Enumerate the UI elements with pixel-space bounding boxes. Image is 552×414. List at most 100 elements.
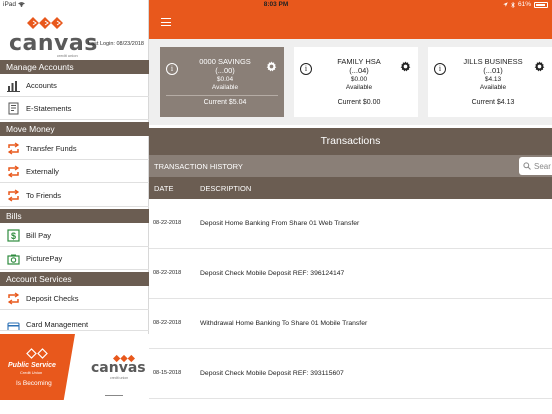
info-icon[interactable]: i xyxy=(434,63,446,75)
transaction-date: 08-22-2018 xyxy=(153,320,182,326)
account-name: 0000 SAVINGS xyxy=(199,57,251,66)
brand-subtitle: credit union xyxy=(57,53,78,58)
sidebar-item-label: Card Management xyxy=(26,320,89,329)
sidebar-item-externally[interactable]: Externally xyxy=(0,161,149,183)
search-placeholder: Sear xyxy=(534,161,551,171)
gear-icon[interactable] xyxy=(400,61,411,72)
document-icon xyxy=(6,102,20,116)
transaction-row[interactable]: 08-22-2018 Withdrawal Home Banking To Sh… xyxy=(149,299,552,349)
public-service-logo-icon xyxy=(26,348,48,359)
gear-icon[interactable] xyxy=(534,61,545,72)
account-card[interactable]: i 0000 SAVINGS (...00) $0.04 Available C… xyxy=(160,47,284,117)
transfer-arrows-icon xyxy=(6,292,20,306)
section-account-services: Account Services xyxy=(0,272,149,286)
promo-ps-title: Public Service xyxy=(8,362,56,369)
battery-icon xyxy=(534,1,548,8)
svg-text:$: $ xyxy=(10,231,15,241)
account-number: (...00) xyxy=(215,66,235,75)
column-header-description[interactable]: DESCRIPTION xyxy=(200,184,251,193)
sidebar-item-label: Bill Pay xyxy=(26,231,52,240)
account-card[interactable]: i JILLS BUSINESS (...01) $4.13 Available… xyxy=(428,47,552,117)
sidebar-item-to-friends[interactable]: To Friends xyxy=(0,185,149,207)
transfer-arrows-icon xyxy=(6,142,20,156)
transaction-history-label: TRANSACTION HISTORY xyxy=(154,162,243,171)
card-icon xyxy=(6,320,20,330)
promo-canvas-brand: canvas xyxy=(91,360,146,376)
transaction-row[interactable]: 08-15-2018 Deposit Check Mobile Deposit … xyxy=(149,349,552,399)
main-content: i 0000 SAVINGS (...00) $0.04 Available C… xyxy=(149,0,552,414)
sidebar-item-e-statements[interactable]: E-Statements xyxy=(0,98,149,120)
promo-canvas-subtitle: credit union xyxy=(110,376,129,380)
transaction-date: 08-22-2018 xyxy=(153,270,182,276)
sidebar-item-card-management[interactable]: Card Management xyxy=(0,311,149,331)
bluetooth-icon xyxy=(511,1,515,8)
last-login-label: Last Login: xyxy=(88,41,115,47)
brand-header: canvas credit union xyxy=(0,10,149,60)
transaction-row[interactable]: 08-22-2018 Deposit Home Banking From Sha… xyxy=(149,199,552,249)
bar-chart-icon xyxy=(6,79,20,93)
account-available-label: Available xyxy=(211,84,239,91)
transaction-description: Deposit Home Banking From Share 01 Web T… xyxy=(200,220,360,227)
column-header-date[interactable]: DATE xyxy=(154,184,173,193)
account-cards: i 0000 SAVINGS (...00) $0.04 Available C… xyxy=(149,39,552,125)
search-icon xyxy=(523,162,531,170)
account-available-amount: $4.13 xyxy=(484,76,502,83)
card-divider xyxy=(166,95,278,96)
sidebar-item-label: Accounts xyxy=(26,81,57,90)
account-available-amount: $0.04 xyxy=(216,76,234,83)
sidebar: canvas credit union Last Login: 08/23/20… xyxy=(0,0,149,414)
account-current-balance: Current $5.04 xyxy=(203,99,247,106)
promo-divider xyxy=(105,395,123,396)
section-move-money: Move Money xyxy=(0,122,149,136)
promo-banner[interactable]: Public Service Credit Union Is Becoming … xyxy=(0,334,149,414)
sidebar-item-label: Deposit Checks xyxy=(26,294,79,303)
camera-icon xyxy=(6,252,20,266)
transaction-description: Deposit Check Mobile Deposit REF: 396124… xyxy=(200,270,345,277)
last-login-date: 08/23/2018 xyxy=(116,41,144,47)
sidebar-item-transfer-funds[interactable]: Transfer Funds xyxy=(0,138,149,160)
search-input[interactable]: Sear xyxy=(519,157,552,175)
gear-icon[interactable] xyxy=(266,61,277,72)
menu-icon[interactable] xyxy=(161,18,171,26)
status-bar: iPad 8:03 PM 61% xyxy=(0,0,552,10)
transaction-date: 08-15-2018 xyxy=(153,370,182,376)
brand-name: canvas xyxy=(9,31,98,56)
sidebar-item-deposit-checks[interactable]: Deposit Checks xyxy=(0,288,149,310)
account-number: (...01) xyxy=(483,66,503,75)
transaction-column-header: DATE DESCRIPTION xyxy=(149,177,552,199)
transfer-arrows-icon xyxy=(6,189,20,203)
account-card[interactable]: i FAMILY HSA (...04) $0.00 Available Cur… xyxy=(294,47,418,117)
section-manage-accounts: Manage Accounts xyxy=(0,60,149,74)
account-name: JILLS BUSINESS xyxy=(463,57,523,66)
info-icon[interactable]: i xyxy=(300,63,312,75)
account-number: (...04) xyxy=(349,66,369,75)
sidebar-item-bill-pay[interactable]: $ Bill Pay xyxy=(0,225,149,247)
account-available-label: Available xyxy=(345,84,373,91)
clock: 8:03 PM xyxy=(263,1,289,8)
sidebar-item-label: To Friends xyxy=(26,191,62,200)
promo-ps-subtitle: Credit Union xyxy=(20,370,43,375)
account-current-balance: Current $4.13 xyxy=(471,99,515,106)
transaction-description: Withdrawal Home Banking To Share 01 Mobi… xyxy=(200,320,368,327)
account-available-amount: $0.00 xyxy=(350,76,368,83)
account-name: FAMILY HSA xyxy=(337,57,381,66)
sidebar-item-label: Externally xyxy=(26,167,59,176)
info-icon[interactable]: i xyxy=(166,63,178,75)
transaction-date: 08-22-2018 xyxy=(153,220,182,226)
account-available-label: Available xyxy=(479,84,507,91)
sidebar-item-label: E-Statements xyxy=(26,104,72,113)
battery-percent: 61% xyxy=(517,1,531,8)
transaction-description: Deposit Check Mobile Deposit REF: 393115… xyxy=(200,370,344,377)
location-icon xyxy=(503,2,508,7)
sidebar-item-accounts[interactable]: Accounts xyxy=(0,75,149,97)
sidebar-item-label: Transfer Funds xyxy=(26,144,77,153)
transaction-history-bar: TRANSACTION HISTORY Sear xyxy=(149,155,552,177)
promo-becoming-text: Is Becoming xyxy=(16,380,52,387)
section-bills: Bills xyxy=(0,209,149,223)
sidebar-item-picturepay[interactable]: PicturePay xyxy=(0,248,149,270)
transaction-row[interactable]: 08-22-2018 Deposit Check Mobile Deposit … xyxy=(149,249,552,299)
last-login: Last Login: 08/23/2018 xyxy=(88,41,144,47)
dollar-bill-icon: $ xyxy=(6,229,20,243)
sidebar-item-label: PicturePay xyxy=(26,254,63,263)
transactions-title: Transactions xyxy=(149,128,552,155)
